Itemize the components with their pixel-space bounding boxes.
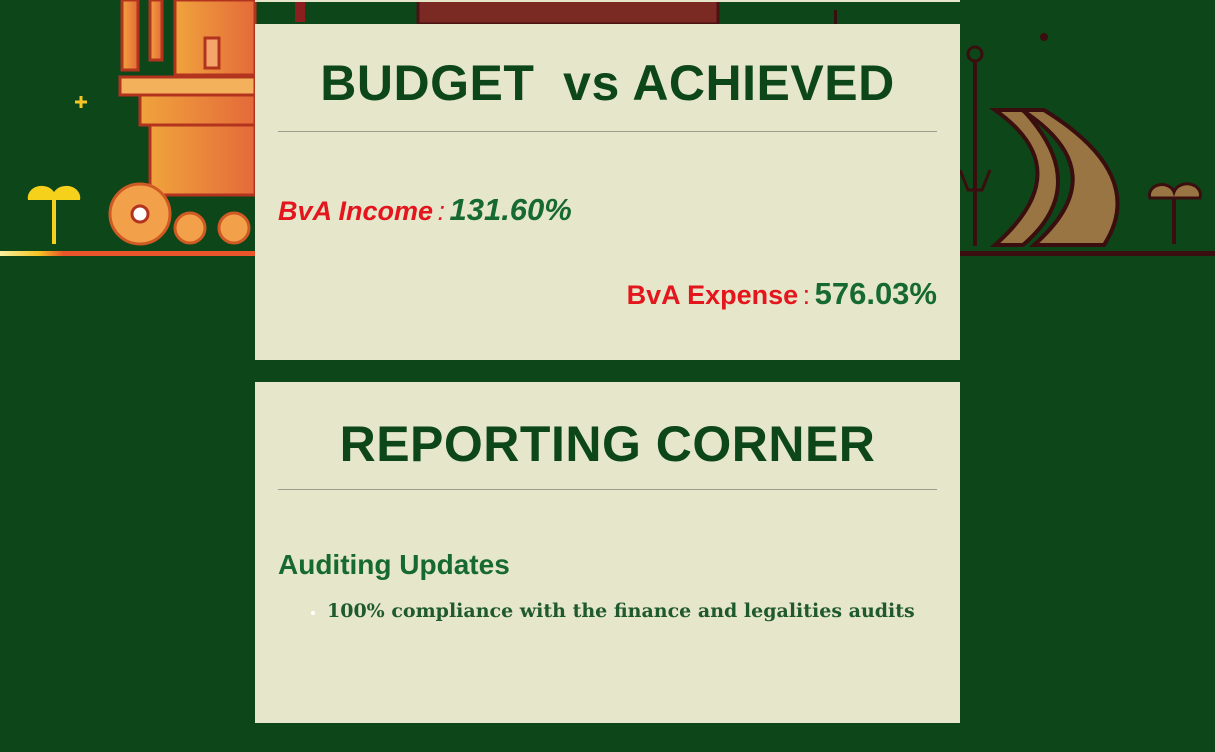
budget-vs-achieved-card: BUDGET vs ACHIEVED BvA Income : 131.60% … [255,24,960,360]
bva-income-value: 131.60% [449,192,572,227]
temple-tower-illustration [108,0,257,246]
list-item: 100% compliance with the finance and leg… [299,600,915,622]
bva-income-metric: BvA Income : 131.60% [278,192,572,228]
bva-expense-label: BvA Expense [626,280,799,310]
separator: : [437,196,446,226]
card-title: REPORTING CORNER [339,416,876,472]
bva-income-label: BvA Income [278,196,434,226]
bva-expense-value: 576.03% [814,276,937,311]
reporting-corner-card: REPORTING CORNER Auditing Updates 100% c… [255,382,960,723]
auditing-updates-list: 100% compliance with the finance and leg… [299,600,915,622]
sail-monument-illustration [988,108,1120,247]
divider [278,131,937,132]
bullet-icon [311,611,315,615]
separator: : [802,280,811,310]
top-card-edge [255,0,960,2]
auditing-updates-heading: Auditing Updates [278,549,510,580]
card-title: BUDGET vs ACHIEVED [320,55,895,111]
bva-expense-metric: BvA Expense : 576.03% [627,276,937,312]
list-item-text: 100% compliance with the finance and leg… [327,600,915,622]
tree-icon [27,185,81,244]
tree-icon [1148,182,1202,244]
divider [278,489,937,490]
